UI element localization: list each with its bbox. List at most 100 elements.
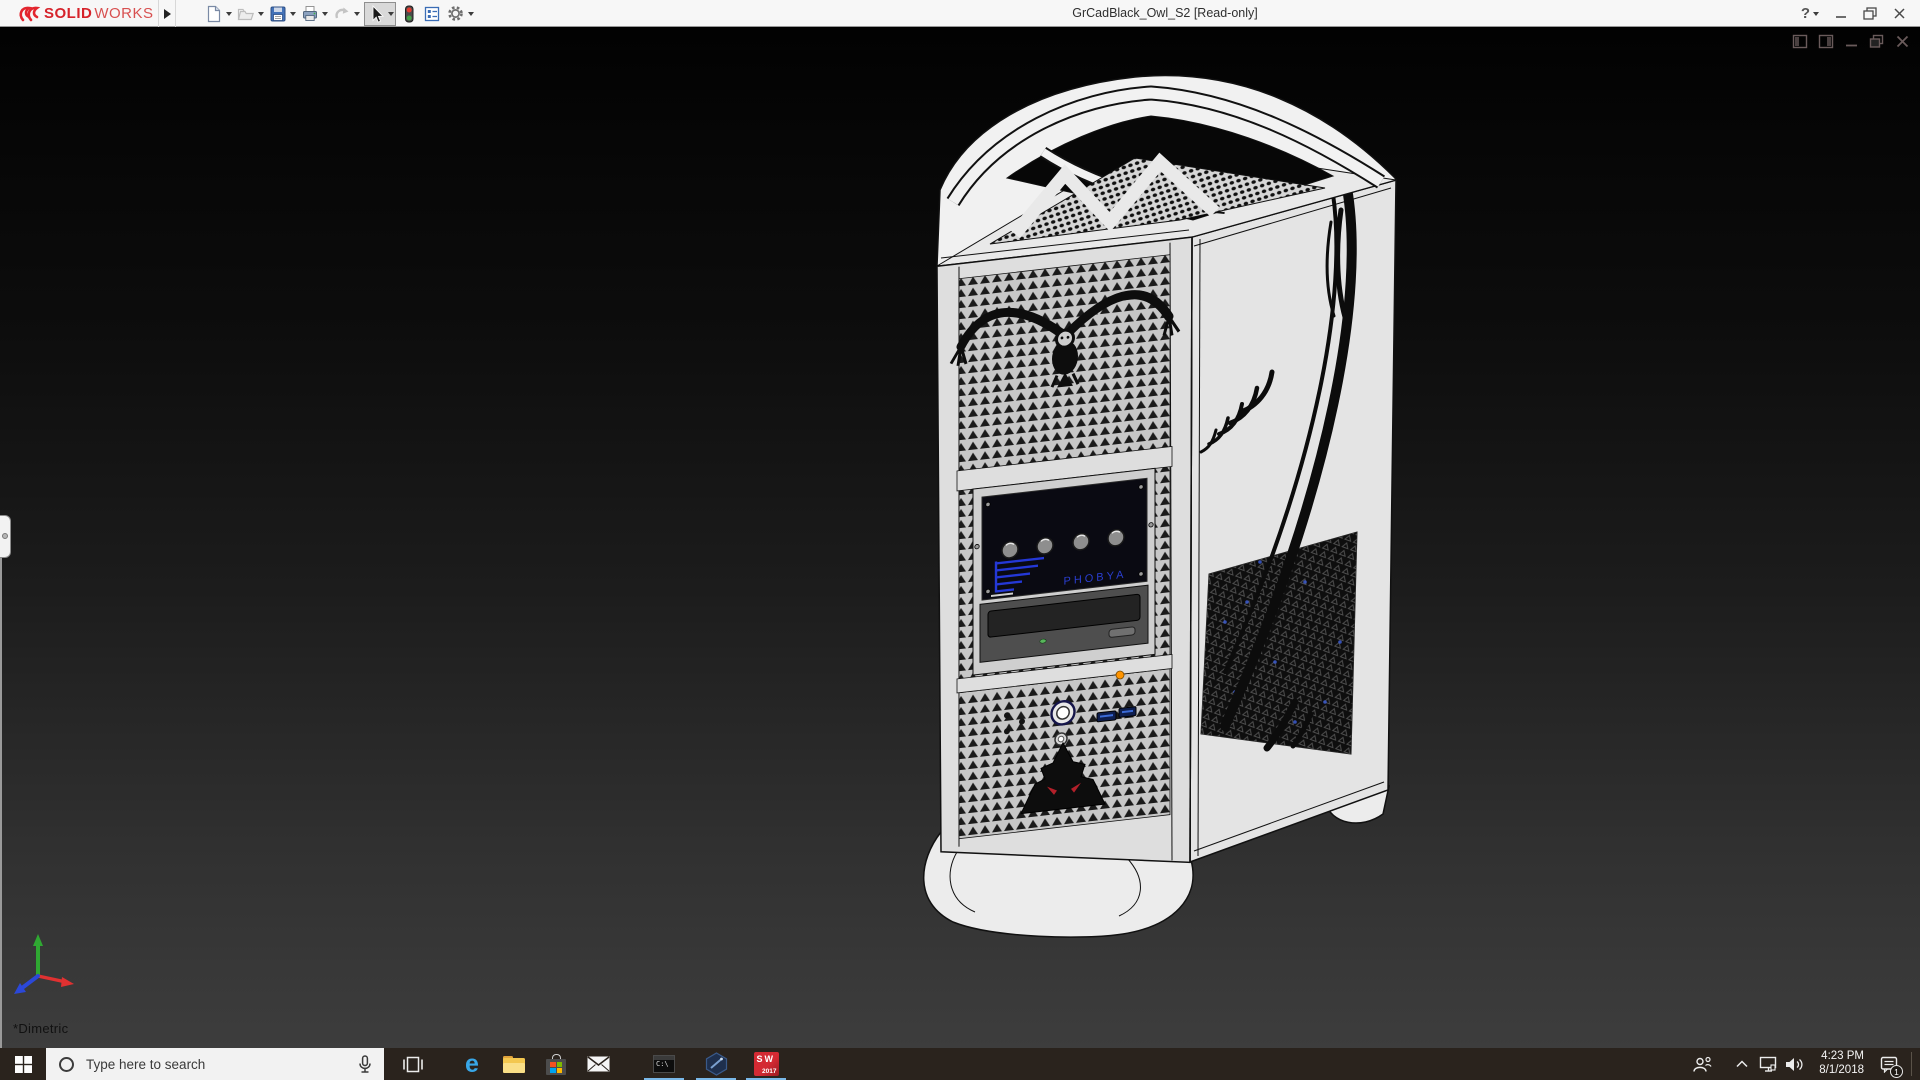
network-button[interactable] <box>1754 1048 1782 1080</box>
store-button[interactable] <box>536 1048 576 1080</box>
notification-badge: 1 <box>1890 1065 1903 1078</box>
action-center-button[interactable]: 1 <box>1872 1048 1906 1080</box>
brand-works: WORKS <box>94 5 153 22</box>
people-icon <box>1693 1056 1712 1073</box>
rebuild-button[interactable] <box>399 2 419 26</box>
document-window-controls <box>1792 34 1910 49</box>
store-icon <box>546 1054 566 1075</box>
volume-button[interactable] <box>1780 1048 1808 1080</box>
panel-edge-strip <box>0 530 2 1048</box>
dropdown-caret[interactable] <box>468 12 474 16</box>
x-axis-arrow <box>61 977 74 987</box>
help-button[interactable]: ? <box>1801 5 1819 22</box>
document-title: GrCadBlack_Owl_S2 [Read-only] <box>1072 0 1258 27</box>
edge-icon: e <box>465 1052 479 1077</box>
minimize-document-button[interactable] <box>1844 34 1859 49</box>
solidworks-logo: SOLIDWORKS <box>16 0 154 27</box>
dropdown-caret[interactable] <box>388 12 394 16</box>
close-document-icon <box>1895 34 1910 49</box>
open-folder-icon <box>237 5 255 23</box>
minimize-button[interactable] <box>1835 8 1847 20</box>
file-properties-icon <box>423 5 441 23</box>
restore-button[interactable] <box>1863 7 1877 20</box>
orientation-triad[interactable] <box>8 930 78 1000</box>
undo-arrow-icon <box>333 5 351 23</box>
network-icon <box>1759 1056 1778 1072</box>
people-button[interactable] <box>1688 1048 1716 1080</box>
dropdown-caret[interactable] <box>322 12 328 16</box>
graphics-viewport[interactable]: PHOBYA <box>0 28 1920 1048</box>
file-explorer-button[interactable] <box>494 1048 534 1080</box>
restore-icon <box>1863 7 1877 20</box>
dropdown-caret[interactable] <box>1813 12 1819 16</box>
cortana-icon <box>59 1057 74 1072</box>
tray-overflow-button[interactable] <box>1728 1048 1756 1080</box>
command-prompt-button[interactable]: C:\ <box>644 1048 684 1080</box>
window-controls: ? <box>1801 0 1906 27</box>
taskbar-search-input[interactable]: Type here to search <box>46 1048 384 1080</box>
selection-point[interactable] <box>1116 671 1124 679</box>
mail-button[interactable] <box>578 1048 618 1080</box>
solidworks-mark-icon <box>16 4 42 24</box>
minimize-document-icon <box>1844 34 1859 49</box>
save-floppy-icon <box>269 5 287 23</box>
display-pane-icon <box>1818 34 1834 49</box>
fan-controller-panel: PHOBYA <box>975 478 1153 601</box>
print-button[interactable] <box>300 2 329 26</box>
start-button[interactable] <box>0 1048 46 1080</box>
display-pane-button[interactable] <box>1818 34 1834 49</box>
model-pc-case[interactable]: PHOBYA <box>895 62 1415 942</box>
dropdown-caret[interactable] <box>290 12 296 16</box>
close-button[interactable] <box>1893 7 1906 20</box>
close-document-button[interactable] <box>1895 34 1910 49</box>
microphone-icon[interactable] <box>358 1055 372 1074</box>
windows-taskbar: Type here to search e <box>0 1048 1920 1080</box>
search-placeholder: Type here to search <box>86 1057 358 1072</box>
task-view-button[interactable] <box>393 1048 433 1080</box>
case-front-panel[interactable]: PHOBYA <box>937 237 1192 891</box>
drive-led <box>1040 639 1046 644</box>
clock[interactable]: 4:23 PM 8/1/2018 <box>1806 1050 1864 1077</box>
file-properties-button[interactable] <box>422 2 442 26</box>
feature-pane-icon <box>1792 34 1808 49</box>
tray-time: 4:23 PM <box>1806 1050 1864 1064</box>
pin-icon <box>2 533 8 539</box>
options-button[interactable] <box>445 2 475 26</box>
dropdown-caret[interactable] <box>258 12 264 16</box>
toolbar-flyout-arrow[interactable] <box>158 0 176 27</box>
y-axis-arrow <box>33 934 43 946</box>
mail-icon <box>587 1056 610 1072</box>
select-cursor-button[interactable] <box>364 2 396 26</box>
gear-icon <box>446 4 465 23</box>
featuremanager-collapsed-tab[interactable] <box>0 515 11 558</box>
close-icon <box>1893 7 1906 20</box>
feature-pane-button[interactable] <box>1792 34 1808 49</box>
new-document-button[interactable] <box>204 2 233 26</box>
brand-solid: SOLID <box>44 5 92 22</box>
undo-button[interactable] <box>332 2 361 26</box>
print-icon <box>301 5 319 23</box>
show-desktop-divider[interactable] <box>1911 1052 1912 1076</box>
open-document-button[interactable] <box>236 2 265 26</box>
select-cursor-icon <box>366 4 385 24</box>
dropdown-caret[interactable] <box>226 12 232 16</box>
file-explorer-icon <box>503 1056 525 1073</box>
quick-access-toolbar <box>204 0 475 27</box>
help-icon: ? <box>1801 5 1810 22</box>
restore-document-button[interactable] <box>1869 34 1885 49</box>
composer-button[interactable] <box>696 1048 736 1080</box>
save-button[interactable] <box>268 2 297 26</box>
windows-logo-icon <box>15 1056 32 1073</box>
task-view-icon <box>403 1056 423 1073</box>
dropdown-caret[interactable] <box>354 12 360 16</box>
tray-date: 8/1/2018 <box>1806 1064 1864 1078</box>
restore-document-icon <box>1869 34 1885 49</box>
solidworks-2017-icon: SW 2017 <box>754 1052 779 1076</box>
case-side-panel[interactable] <box>1190 180 1396 862</box>
hexagon-app-icon <box>705 1052 728 1076</box>
minimize-icon <box>1835 8 1847 20</box>
flyout-arrow-icon <box>164 9 171 19</box>
solidworks-2017-button[interactable]: SW 2017 <box>746 1048 786 1080</box>
chevron-up-icon <box>1736 1060 1748 1068</box>
edge-button[interactable]: e <box>452 1048 492 1080</box>
